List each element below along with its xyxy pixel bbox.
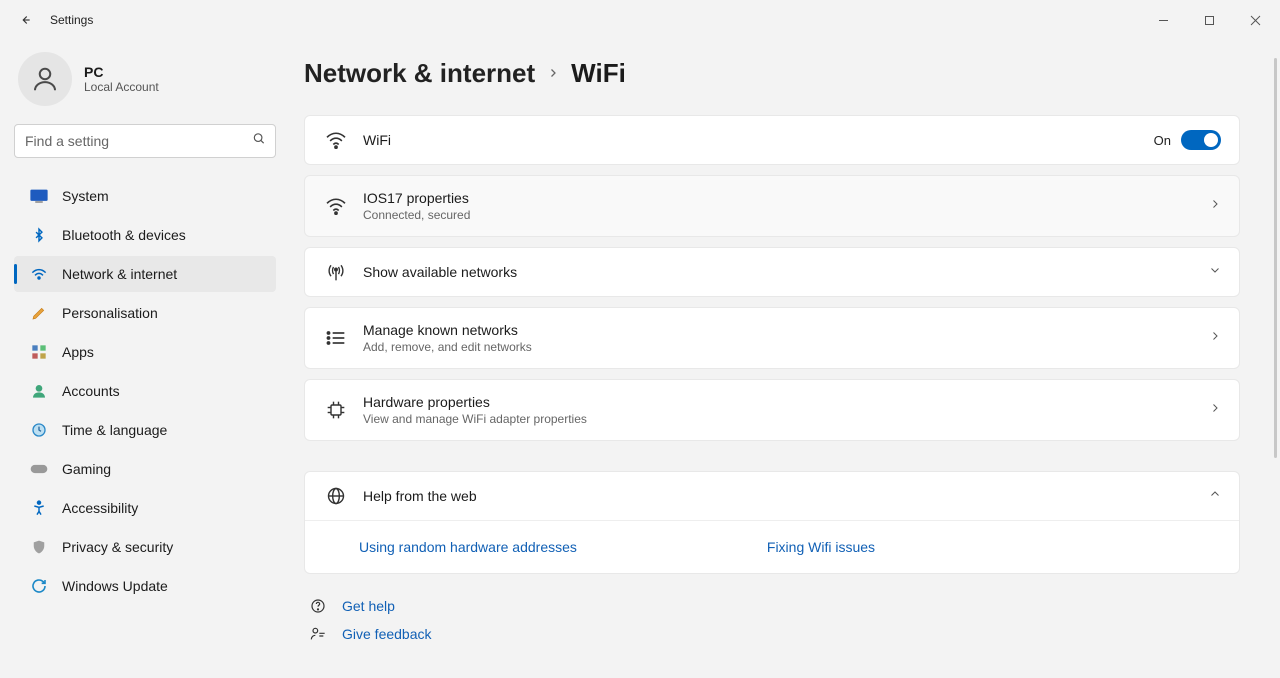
network-icon: [30, 267, 48, 281]
sidebar-item-gaming[interactable]: Gaming: [14, 451, 276, 487]
wifi-state-label: On: [1154, 133, 1171, 148]
sidebar-item-accounts[interactable]: Accounts: [14, 373, 276, 409]
sidebar-item-time[interactable]: Time & language: [14, 412, 276, 448]
globe-icon: [323, 486, 349, 506]
accessibility-icon: [30, 500, 48, 516]
close-button[interactable]: [1232, 4, 1278, 36]
minimize-button[interactable]: [1140, 4, 1186, 36]
back-button[interactable]: [18, 13, 32, 27]
hardware-properties-row[interactable]: Hardware properties View and manage WiFi…: [304, 379, 1240, 441]
available-networks-row[interactable]: Show available networks: [304, 247, 1240, 297]
chevron-down-icon: [1209, 263, 1221, 281]
page-title: WiFi: [571, 58, 626, 89]
sidebar-item-label: System: [62, 188, 109, 204]
sidebar-item-personalisation[interactable]: Personalisation: [14, 295, 276, 331]
help-link-random-hw[interactable]: Using random hardware addresses: [359, 539, 577, 555]
sidebar-item-privacy[interactable]: Privacy & security: [14, 529, 276, 565]
apps-icon: [30, 344, 48, 360]
avatar: [18, 52, 72, 106]
known-networks-row[interactable]: Manage known networks Add, remove, and e…: [304, 307, 1240, 369]
help-from-web-section: Help from the web Using random hardware …: [304, 471, 1240, 574]
row-sub: Add, remove, and edit networks: [363, 340, 1209, 354]
breadcrumb: Network & internet WiFi: [304, 58, 1240, 89]
sidebar-item-label: Privacy & security: [62, 539, 173, 555]
sidebar-item-bluetooth[interactable]: Bluetooth & devices: [14, 217, 276, 253]
sidebar-item-label: Time & language: [62, 422, 167, 438]
sidebar-item-system[interactable]: System: [14, 178, 276, 214]
sidebar-item-label: Accessibility: [62, 500, 138, 516]
feedback-label: Give feedback: [342, 626, 432, 642]
maximize-button[interactable]: [1186, 4, 1232, 36]
privacy-icon: [30, 539, 48, 555]
user-name: PC: [84, 64, 159, 80]
update-icon: [30, 578, 48, 594]
row-title: Manage known networks: [363, 322, 1209, 338]
row-sub: View and manage WiFi adapter properties: [363, 412, 1209, 426]
row-title: Show available networks: [363, 264, 1209, 280]
wifi-toggle-row: WiFi On: [304, 115, 1240, 165]
help-header[interactable]: Help from the web: [305, 472, 1239, 520]
list-icon: [323, 330, 349, 346]
sidebar-item-label: Windows Update: [62, 578, 168, 594]
chevron-right-icon: [1209, 197, 1221, 215]
get-help-label: Get help: [342, 598, 395, 614]
time-icon: [30, 422, 48, 438]
user-block[interactable]: PC Local Account: [14, 52, 276, 106]
wifi-icon: [323, 131, 349, 149]
help-title: Help from the web: [363, 488, 1209, 504]
row-title: Hardware properties: [363, 394, 1209, 410]
chip-icon: [323, 400, 349, 420]
sidebar-item-update[interactable]: Windows Update: [14, 568, 276, 604]
row-sub: Connected, secured: [363, 208, 1209, 222]
sidebar-item-label: Apps: [62, 344, 94, 360]
chevron-right-icon: [1209, 401, 1221, 419]
chevron-right-icon: [547, 63, 559, 84]
get-help-link[interactable]: Get help: [304, 598, 1240, 614]
sidebar-item-apps[interactable]: Apps: [14, 334, 276, 370]
sidebar-item-label: Gaming: [62, 461, 111, 477]
give-feedback-link[interactable]: Give feedback: [304, 626, 1240, 642]
sidebar-item-label: Bluetooth & devices: [62, 227, 186, 243]
antenna-icon: [323, 262, 349, 282]
bluetooth-icon: [30, 227, 48, 243]
chevron-right-icon: [1209, 329, 1221, 347]
sidebar-item-network[interactable]: Network & internet: [14, 256, 276, 292]
accounts-icon: [30, 383, 48, 399]
chevron-up-icon: [1209, 487, 1221, 505]
feedback-icon: [308, 626, 328, 642]
wifi-properties-row[interactable]: IOS17 properties Connected, secured: [304, 175, 1240, 237]
personalisation-icon: [30, 305, 48, 321]
wifi-label: WiFi: [363, 132, 1154, 148]
sidebar-item-label: Personalisation: [62, 305, 158, 321]
search-input[interactable]: [14, 124, 276, 158]
sidebar-item-label: Accounts: [62, 383, 120, 399]
help-link-fixing-wifi[interactable]: Fixing Wifi issues: [767, 539, 875, 555]
sidebar-item-accessibility[interactable]: Accessibility: [14, 490, 276, 526]
gaming-icon: [30, 462, 48, 476]
window-title: Settings: [50, 13, 93, 27]
help-icon: [308, 598, 328, 614]
wifi-toggle[interactable]: [1181, 130, 1221, 150]
search-icon: [252, 132, 266, 151]
user-sub: Local Account: [84, 80, 159, 94]
system-icon: [30, 189, 48, 203]
wifi-connected-icon: [323, 197, 349, 215]
row-title: IOS17 properties: [363, 190, 1209, 206]
breadcrumb-parent[interactable]: Network & internet: [304, 58, 535, 89]
sidebar-item-label: Network & internet: [62, 266, 177, 282]
scrollbar[interactable]: [1274, 58, 1277, 458]
